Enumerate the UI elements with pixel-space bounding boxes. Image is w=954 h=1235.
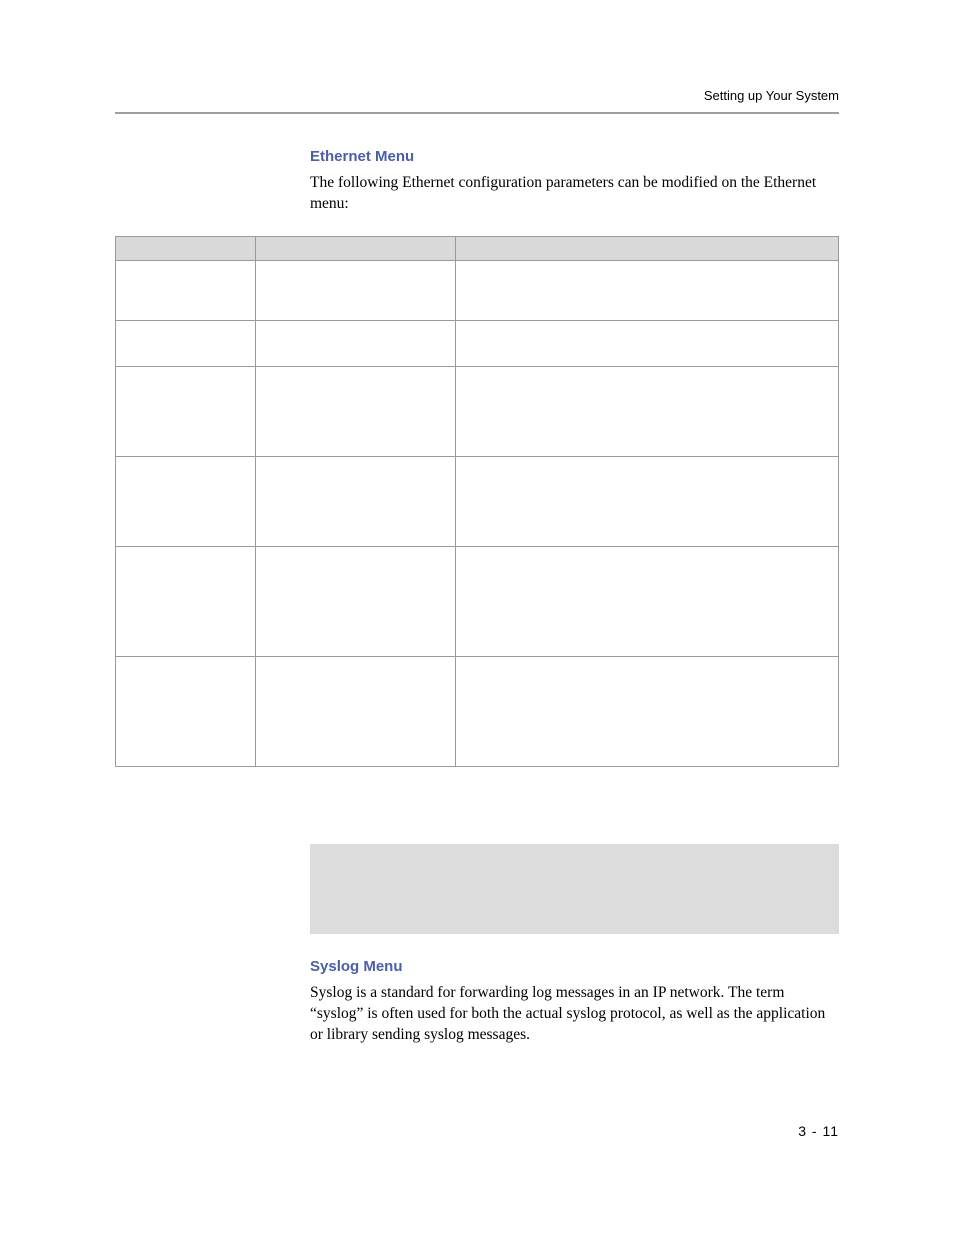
table-cell <box>456 321 839 367</box>
table-cell <box>116 457 256 547</box>
table-cell <box>456 457 839 547</box>
table-header-row <box>116 237 839 261</box>
table-row <box>116 457 839 547</box>
table-cell <box>256 457 456 547</box>
section-syslog: Syslog Menu Syslog is a standard for for… <box>310 958 839 1056</box>
table-cell <box>116 321 256 367</box>
table-row <box>116 547 839 657</box>
table-cell <box>456 261 839 321</box>
ethernet-config-table <box>115 236 839 767</box>
heading-ethernet-menu: Ethernet Menu <box>310 148 839 165</box>
table-cell <box>256 367 456 457</box>
paragraph-ethernet-intro: The following Ethernet configuration par… <box>310 173 839 215</box>
table-cell <box>256 657 456 767</box>
page: Setting up Your System Ethernet Menu The… <box>0 0 954 1235</box>
running-header: Setting up Your System <box>704 88 839 103</box>
table-cell <box>256 321 456 367</box>
table-row <box>116 261 839 321</box>
table-cell <box>256 547 456 657</box>
section-ethernet: Ethernet Menu The following Ethernet con… <box>310 148 839 225</box>
table-row <box>116 367 839 457</box>
table-cell <box>116 367 256 457</box>
table-row <box>116 321 839 367</box>
table-row <box>116 657 839 767</box>
table-cell <box>116 547 256 657</box>
note-box <box>310 844 839 934</box>
note-box-wrap <box>310 844 839 934</box>
table-header-cell <box>456 237 839 261</box>
table-cell <box>456 547 839 657</box>
table-cell <box>456 657 839 767</box>
page-number: 3 - 11 <box>798 1123 839 1139</box>
table-header-cell <box>116 237 256 261</box>
table-cell <box>116 261 256 321</box>
table-cell <box>456 367 839 457</box>
paragraph-syslog-intro: Syslog is a standard for forwarding log … <box>310 983 839 1046</box>
table-cell <box>116 657 256 767</box>
header-rule <box>115 112 839 114</box>
table-header-cell <box>256 237 456 261</box>
table-cell <box>256 261 456 321</box>
heading-syslog-menu: Syslog Menu <box>310 958 839 975</box>
